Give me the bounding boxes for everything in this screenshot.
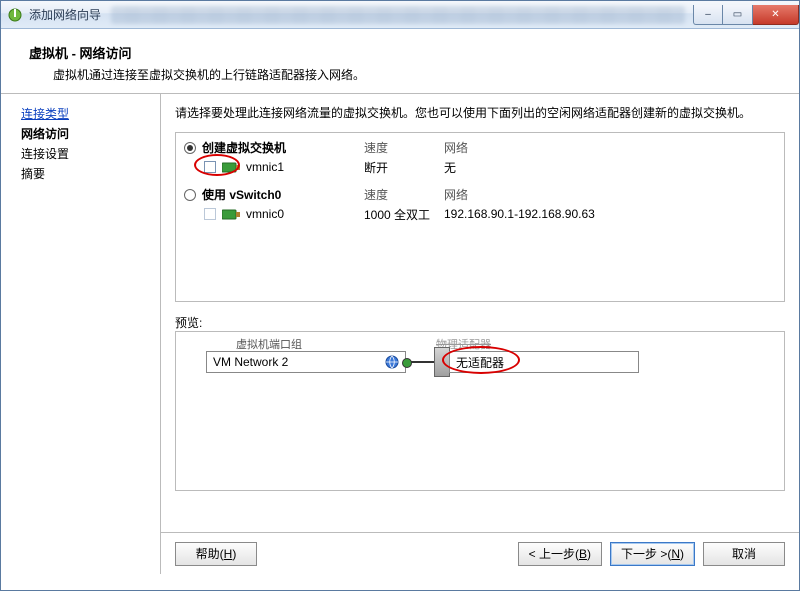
- option-use-vswitch0[interactable]: 使用 vSwitch0 速度 网络: [184, 186, 776, 203]
- step-connection-type[interactable]: 连接类型: [21, 104, 152, 124]
- column-header-speed: 速度: [364, 139, 388, 156]
- minimize-button[interactable]: –: [693, 5, 723, 25]
- wizard-steps-sidebar: 连接类型 网络访问 连接设置 摘要: [1, 94, 161, 574]
- option-create-vswitch[interactable]: 创建虚拟交换机 速度 网络: [184, 139, 776, 156]
- cancel-button[interactable]: 取消: [703, 542, 785, 566]
- step-summary: 摘要: [21, 164, 152, 184]
- wizard-main: 请选择要处理此连接网络流量的虚拟交换机。您也可以使用下面列出的空闲网络适配器创建…: [161, 94, 799, 574]
- nic-speed: 断开: [364, 159, 388, 176]
- wizard-header-subtitle: 虚拟机通过连接至虚拟交换机的上行链路适配器接入网络。: [53, 66, 779, 83]
- preview-no-adapter-text: 无适配器: [456, 354, 504, 371]
- column-header-network: 网络: [444, 139, 468, 156]
- titlebar-blur: [111, 6, 685, 24]
- title-bar: 添加网络向导 – ▭ ✕: [1, 1, 799, 29]
- preview-box: 虚拟机端口组 物理适配器 VM Network 2 无适配器: [175, 331, 785, 491]
- app-icon: [7, 7, 23, 23]
- globe-icon: [385, 355, 399, 369]
- radio-create-vswitch[interactable]: [184, 142, 196, 154]
- checkbox-vmnic1[interactable]: [204, 161, 216, 173]
- maximize-button[interactable]: ▭: [723, 5, 753, 25]
- next-button[interactable]: 下一步 >(N): [610, 542, 695, 566]
- option-create-vswitch-label: 创建虚拟交换机: [202, 139, 286, 156]
- step-connection-settings: 连接设置: [21, 144, 152, 164]
- checkbox-vmnic0[interactable]: [204, 208, 216, 220]
- back-button[interactable]: < 上一步(B): [518, 542, 602, 566]
- column-header-network: 网络: [444, 186, 468, 203]
- wizard-header: 虚拟机 - 网络访问 虚拟机通过连接至虚拟交换机的上行链路适配器接入网络。: [1, 29, 799, 94]
- nic-network: 192.168.90.1-192.168.90.63: [444, 207, 595, 221]
- preview-label: 预览:: [175, 314, 785, 331]
- preview-vswitch-icon: [434, 347, 450, 377]
- window-title: 添加网络向导: [29, 6, 101, 23]
- help-button[interactable]: 帮助(H): [175, 542, 257, 566]
- preview-portgroup: VM Network 2: [206, 351, 406, 373]
- nic-row-vmnic1: vmnic1 断开 无: [204, 156, 776, 178]
- wizard-header-title: 虚拟机 - 网络访问: [29, 43, 779, 62]
- preview-portgroup-name: VM Network 2: [213, 355, 379, 369]
- nic-name: vmnic1: [246, 160, 284, 174]
- radio-use-vswitch0[interactable]: [184, 189, 196, 201]
- step-network-access: 网络访问: [21, 124, 152, 144]
- preview-connector: [406, 361, 434, 363]
- nic-icon: [222, 207, 240, 221]
- nic-icon: [222, 160, 240, 174]
- column-header-speed: 速度: [364, 186, 388, 203]
- close-button[interactable]: ✕: [753, 5, 799, 25]
- wizard-footer: 帮助(H) < 上一步(B) 下一步 >(N) 取消: [161, 532, 799, 574]
- preview-physical-adapter: 无适配器: [449, 351, 639, 373]
- nic-name: vmnic0: [246, 207, 284, 221]
- nic-row-vmnic0: vmnic0 1000 全双工 192.168.90.1-192.168.90.…: [204, 203, 776, 225]
- nic-network: 无: [444, 159, 456, 176]
- vswitch-options-group: 创建虚拟交换机 速度 网络 vmnic1 断开 无 使用 vSwitch0 速度…: [175, 132, 785, 302]
- nic-speed: 1000 全双工: [364, 206, 430, 223]
- instruction-text: 请选择要处理此连接网络流量的虚拟交换机。您也可以使用下面列出的空闲网络适配器创建…: [175, 104, 785, 122]
- option-use-vswitch0-label: 使用 vSwitch0: [202, 186, 281, 203]
